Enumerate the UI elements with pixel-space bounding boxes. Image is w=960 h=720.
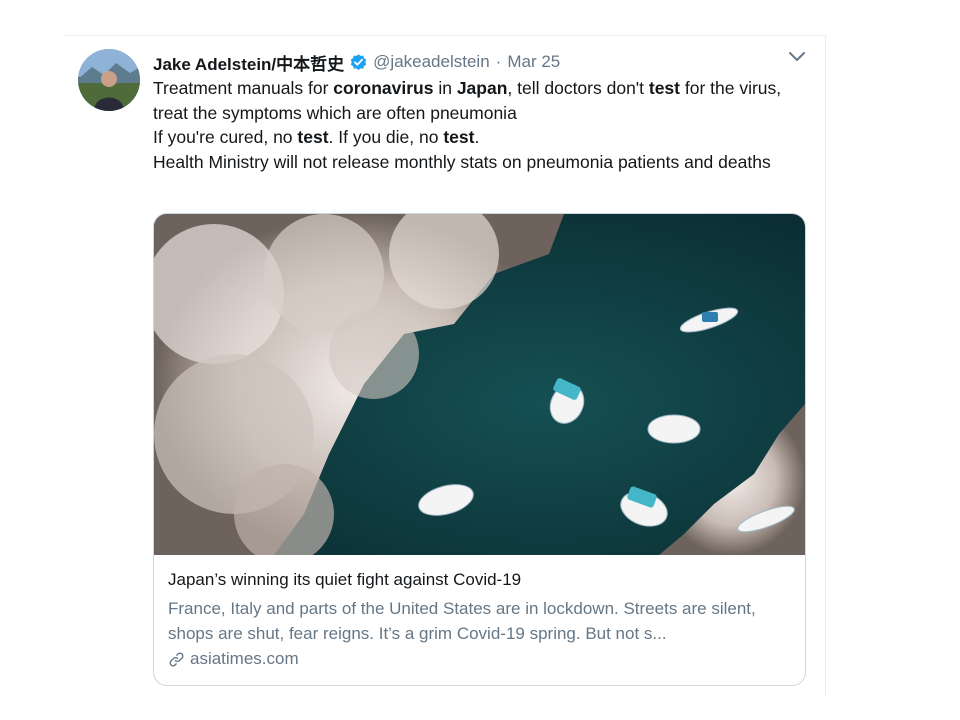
link-card[interactable]: Japan’s winning its quiet fight against … (153, 213, 806, 686)
bold-term: coronavirus (333, 78, 434, 98)
text-segment: , tell doctors don't (507, 78, 649, 98)
card-text: Japan’s winning its quiet fight against … (168, 569, 793, 670)
tweet-date[interactable]: Mar 25 (507, 52, 560, 72)
text-segment: in (433, 78, 457, 98)
avatar[interactable] (78, 49, 140, 111)
bold-term: Japan (456, 78, 508, 98)
tweet-header: Jake Adelstein/中本哲史 @jakeadelstein · Mar… (153, 50, 560, 74)
author-handle[interactable]: @jakeadelstein (373, 52, 490, 72)
bold-term: test (443, 127, 475, 147)
chevron-down-icon[interactable] (788, 50, 806, 64)
tweet-text: Treatment manuals for coronavirus in Jap… (153, 76, 813, 174)
card-domain[interactable]: asiatimes.com (168, 648, 793, 670)
bold-term: test (648, 78, 680, 98)
card-image[interactable] (154, 214, 805, 555)
tweet-line-1: Treatment manuals for coronavirus in Jap… (153, 76, 813, 125)
author-name[interactable]: Jake Adelstein/中本哲史 (153, 50, 344, 75)
card-title[interactable]: Japan’s winning its quiet fight against … (168, 569, 793, 591)
text-segment: If you're cured, no (153, 127, 298, 147)
card-domain-text: asiatimes.com (190, 649, 299, 668)
link-icon (169, 652, 184, 666)
tweet-line-2: If you're cured, no test. If you die, no… (153, 125, 813, 150)
verified-badge-icon (350, 53, 367, 70)
bold-term: test (297, 127, 329, 147)
text-segment: Treatment manuals for (153, 78, 334, 98)
tweet-line-3: Health Ministry will not release monthly… (153, 151, 771, 172)
separator-dot: · (495, 52, 502, 71)
text-segment: . (474, 127, 480, 147)
card-description: France, Italy and parts of the United St… (168, 599, 756, 643)
text-segment: . If you die, no (328, 127, 444, 147)
